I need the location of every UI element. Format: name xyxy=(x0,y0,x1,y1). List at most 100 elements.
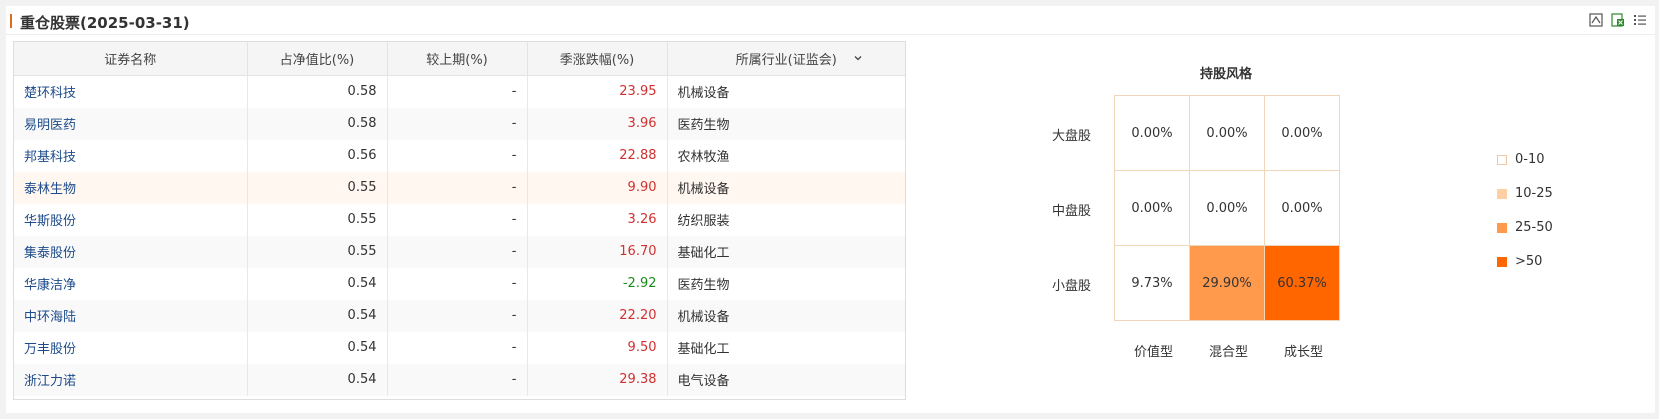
style-cell: 0.00% xyxy=(1114,170,1190,246)
net-value-ratio: 0.56 xyxy=(247,139,388,172)
legend-item: 0-10 xyxy=(1497,152,1545,167)
net-value-ratio: 0.55 xyxy=(247,203,388,236)
style-cell: 0.00% xyxy=(1114,95,1190,171)
table-header-row: 证券名称 占净值比(%) 较上期(%) 季涨跌幅(%) 所属行业(证监会) xyxy=(14,42,905,76)
legend-label: 0-10 xyxy=(1515,152,1545,167)
change-vs-previous: - xyxy=(387,331,528,364)
industry-cell: 医药生物 xyxy=(677,278,730,293)
quarter-change: 23.95 xyxy=(527,75,668,108)
col-header-industry[interactable]: 所属行业(证监会) xyxy=(667,42,905,76)
change-vs-previous: - xyxy=(387,75,528,108)
style-cell: 0.00% xyxy=(1189,170,1265,246)
net-value-ratio: 0.54 xyxy=(247,267,388,300)
table-row: 浙江力诺 0.54-29.38 电气设备 xyxy=(14,363,905,396)
col-header-quarter: 季涨跌幅(%) xyxy=(527,42,668,76)
compare-icon[interactable] xyxy=(1589,13,1603,27)
industry-cell: 机械设备 xyxy=(677,86,730,102)
security-name-link[interactable]: 集泰股份 xyxy=(14,235,248,268)
table-row: 集泰股份 0.55-16.70 基础化工 xyxy=(14,235,905,268)
security-name-link[interactable]: 中环海陆 xyxy=(14,299,248,332)
style-row-label: 中盘股 xyxy=(1051,204,1091,219)
table-row: 泰林生物 0.55-9.90 机械设备 xyxy=(14,171,905,204)
holdings-table: 证券名称 占净值比(%) 较上期(%) 季涨跌幅(%) 所属行业(证监会) 楚环… xyxy=(13,41,906,400)
excel-export-icon[interactable] xyxy=(1611,13,1625,27)
legend-label: 10-25 xyxy=(1515,186,1553,201)
style-row-label: 大盘股 xyxy=(1051,129,1091,144)
col-header-change: 较上期(%) xyxy=(387,42,528,76)
security-name-link[interactable]: 华康洁净 xyxy=(14,267,248,300)
change-vs-previous: - xyxy=(387,267,528,300)
quarter-change: 3.96 xyxy=(527,107,668,140)
industry-cell: 基础化工 xyxy=(677,342,730,357)
table-row: 中环海陆 0.54-22.20 机械设备 xyxy=(14,299,905,332)
net-value-ratio: 0.54 xyxy=(247,331,388,364)
industry-cell: 基础化工 xyxy=(667,235,905,268)
legend-swatch xyxy=(1497,188,1507,199)
legend-item: >50 xyxy=(1497,254,1542,269)
legend-item: 25-50 xyxy=(1497,220,1553,235)
change-vs-previous: - xyxy=(387,235,528,268)
industry-cell: 机械设备 xyxy=(667,171,905,204)
change-vs-previous: - xyxy=(387,107,528,140)
quarter-change: 9.50 xyxy=(527,331,668,364)
style-box-title: 持股风格 xyxy=(1200,67,1253,82)
table-row: 邦基科技 0.56-22.88 农林牧渔 xyxy=(14,139,905,172)
style-cell: 60.37% xyxy=(1264,245,1340,321)
change-vs-previous: - xyxy=(387,203,528,236)
toolbar xyxy=(1589,13,1647,27)
quarter-change: 3.26 xyxy=(527,203,668,236)
table-row: 华斯股份 0.55-3.26 纺织服装 xyxy=(14,203,905,236)
change-vs-previous: - xyxy=(387,363,528,396)
list-menu-icon[interactable] xyxy=(1633,13,1647,27)
industry-cell: 电气设备 xyxy=(667,363,905,396)
security-name-link[interactable]: 浙江力诺 xyxy=(14,363,248,396)
chevron-down-icon[interactable] xyxy=(853,53,863,63)
quarter-change: 22.88 xyxy=(527,139,668,172)
style-col-label: 混合型 xyxy=(1208,345,1248,360)
style-cell: 0.00% xyxy=(1189,95,1265,171)
col-header-name: 证券名称 xyxy=(14,42,248,76)
net-value-ratio: 0.54 xyxy=(247,299,388,332)
change-vs-previous: - xyxy=(387,171,528,204)
legend-swatch xyxy=(1497,222,1507,233)
net-value-ratio: 0.55 xyxy=(247,171,388,204)
col-header-ratio: 占净值比(%) xyxy=(247,42,388,76)
industry-cell: 纺织服装 xyxy=(677,214,730,229)
style-cell: 9.73% xyxy=(1114,245,1190,321)
security-name-link[interactable]: 易明医药 xyxy=(14,107,248,140)
legend-label: 25-50 xyxy=(1515,220,1553,235)
panel-title: 重仓股票(2025-03-31) xyxy=(20,14,190,32)
net-value-ratio: 0.55 xyxy=(247,235,388,268)
industry-cell: 农林牧渔 xyxy=(677,150,730,165)
net-value-ratio: 0.54 xyxy=(247,363,388,396)
security-name-link[interactable]: 万丰股份 xyxy=(14,331,248,364)
legend-item: 10-25 xyxy=(1497,186,1553,201)
quarter-change: 29.38 xyxy=(527,363,668,396)
quarter-change: -2.92 xyxy=(527,267,668,300)
title-accent-bar xyxy=(10,14,12,28)
change-vs-previous: - xyxy=(387,139,528,172)
industry-header-label: 所属行业(证监会) xyxy=(735,53,837,68)
table-row: 华康洁净 0.54- -2.92 医药生物 xyxy=(14,267,905,300)
table-row: 易明医药 0.58-3.96 医药生物 xyxy=(14,107,905,140)
quarter-change: 22.20 xyxy=(527,299,668,332)
quarter-change: 9.90 xyxy=(527,171,668,204)
style-cell: 29.90% xyxy=(1189,245,1265,321)
security-name-link[interactable]: 泰林生物 xyxy=(14,171,248,204)
panel-header: 重仓股票(2025-03-31) xyxy=(6,6,1655,35)
industry-cell: 机械设备 xyxy=(667,299,905,332)
change-vs-previous: - xyxy=(387,299,528,332)
style-col-label: 价值型 xyxy=(1133,345,1173,360)
legend-swatch xyxy=(1497,256,1507,267)
quarter-change: 16.70 xyxy=(527,235,668,268)
legend-swatch xyxy=(1497,154,1507,165)
net-value-ratio: 0.58 xyxy=(247,107,388,140)
style-cell: 0.00% xyxy=(1264,95,1340,171)
table-row: 楚环科技 0.58-23.95 机械设备 xyxy=(14,75,905,108)
table-row: 万丰股份 0.54-9.50 基础化工 xyxy=(14,331,905,364)
security-name-link[interactable]: 邦基科技 xyxy=(14,139,248,172)
security-name-link[interactable]: 楚环科技 xyxy=(14,75,248,108)
industry-cell: 医药生物 xyxy=(667,107,905,140)
security-name-link[interactable]: 华斯股份 xyxy=(14,203,248,236)
net-value-ratio: 0.58 xyxy=(247,75,388,108)
